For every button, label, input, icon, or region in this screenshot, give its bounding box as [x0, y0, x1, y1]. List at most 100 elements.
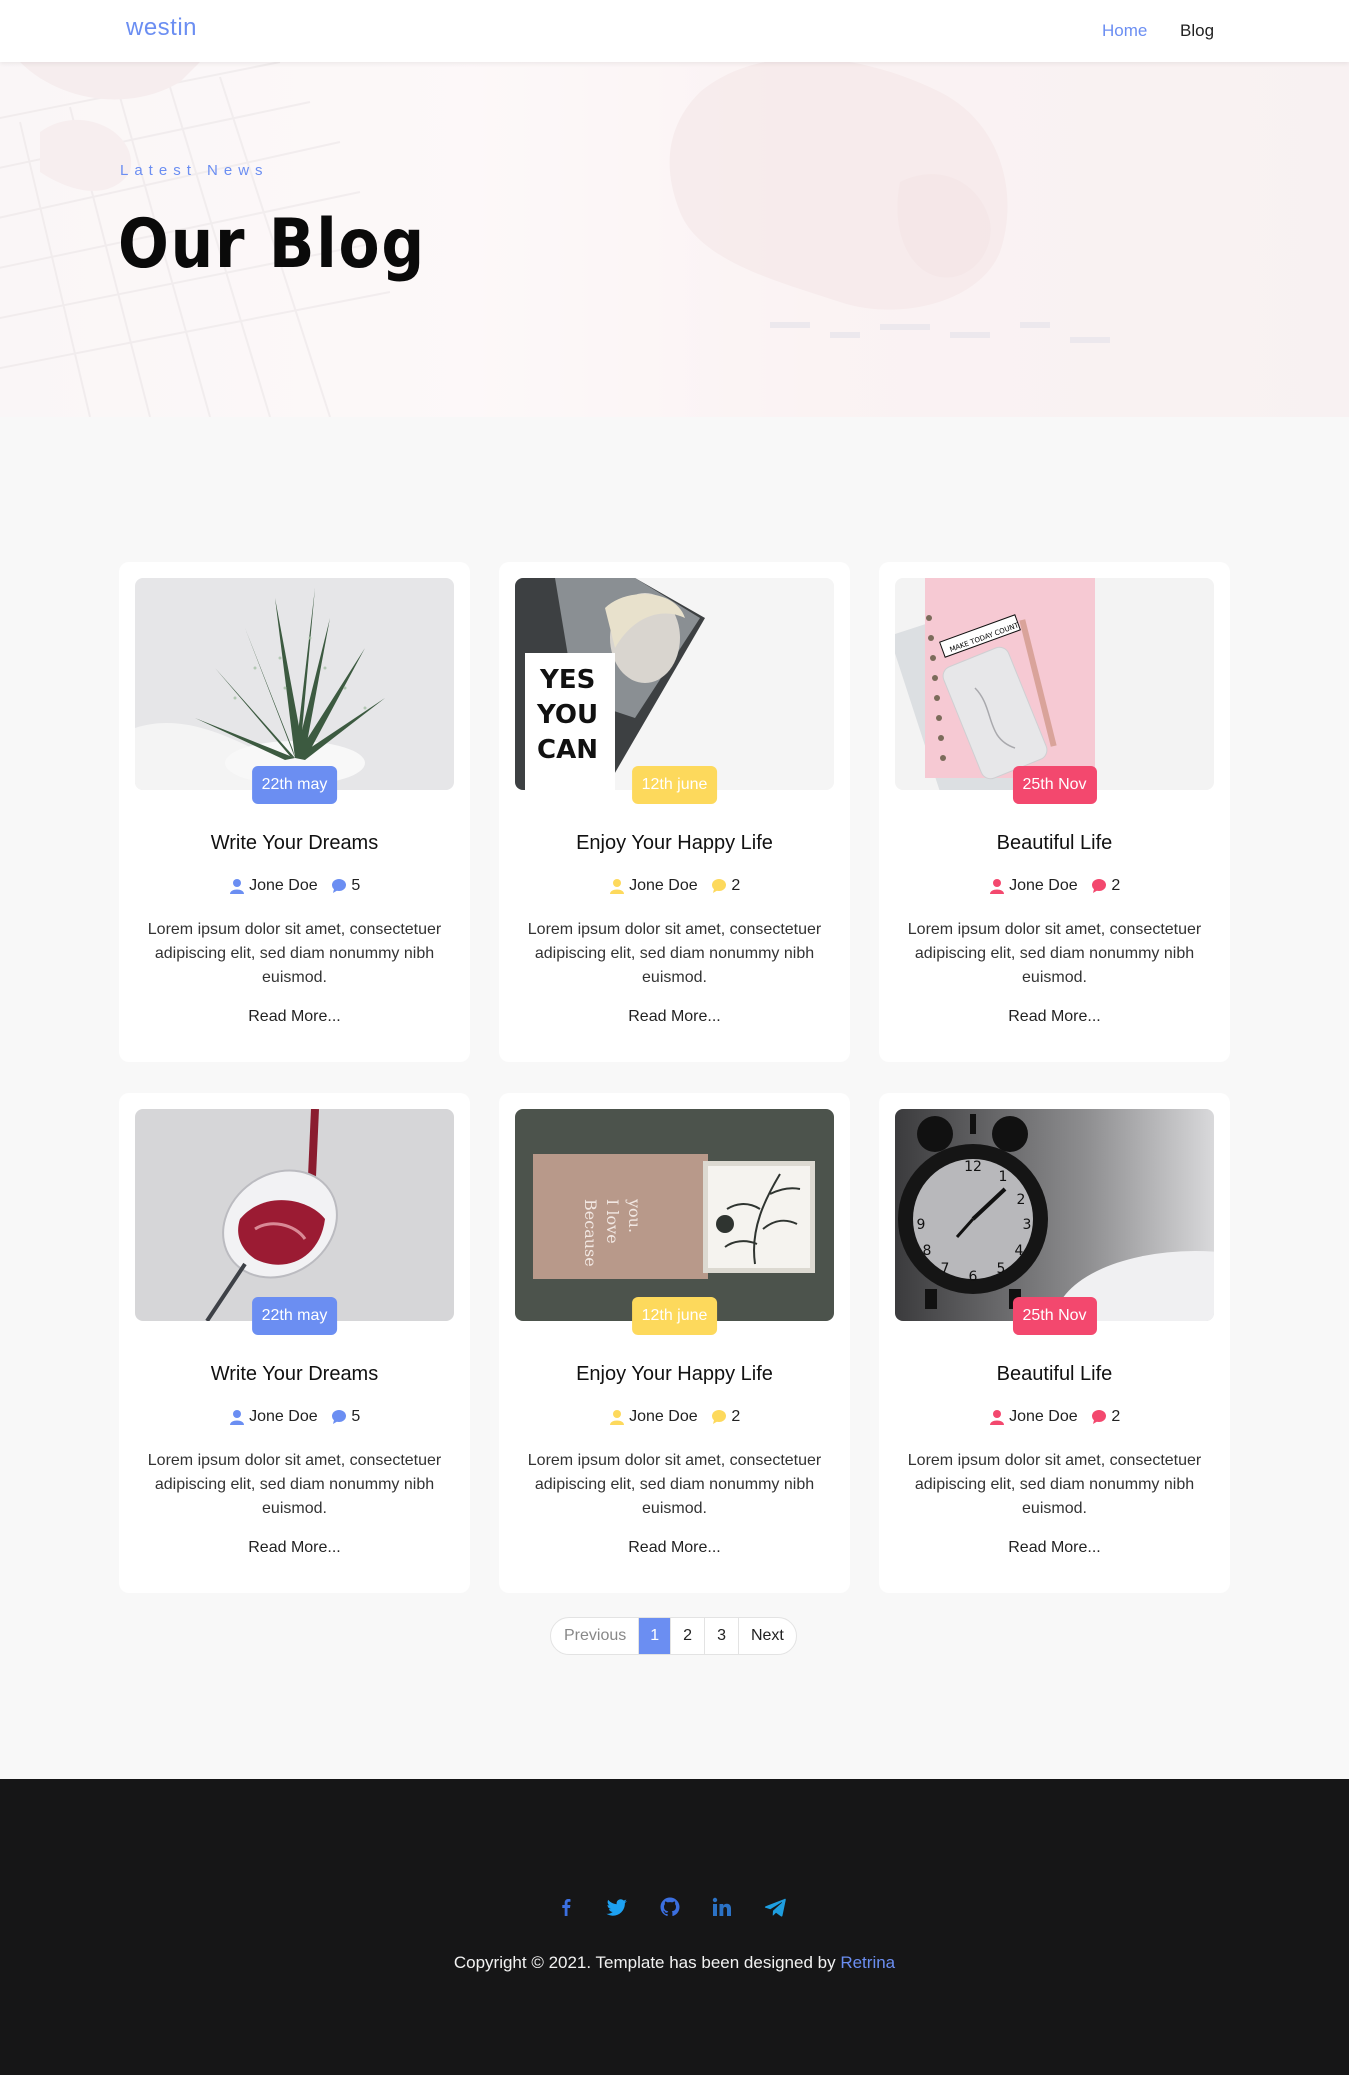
post-title[interactable]: Write Your Dreams — [119, 832, 470, 855]
github-icon[interactable] — [658, 1895, 682, 1919]
alarm-clock-image: 12 12 3 4 5 6 78 9 — [895, 1109, 1214, 1321]
comment-count: 5 — [351, 1408, 361, 1425]
svg-text:2: 2 — [1017, 1192, 1026, 1208]
user-icon — [989, 1410, 1004, 1425]
comment-icon — [331, 1410, 346, 1424]
box-text-2: I love — [603, 1199, 622, 1244]
post-meta: Jone Doe 2 — [879, 1408, 1230, 1426]
post-meta: Jone Doe 2 — [499, 1408, 850, 1426]
box-text-3: you. — [625, 1198, 644, 1233]
hero-subtitle: Latest News — [120, 162, 269, 179]
top-navbar: westin Home Blog — [0, 0, 1349, 62]
comment-count: 5 — [351, 877, 361, 894]
comment-count: 2 — [1111, 877, 1121, 894]
user-icon — [229, 879, 244, 894]
magazine-word-1: YES — [539, 665, 595, 695]
page-2-button[interactable]: 2 — [670, 1618, 704, 1654]
post-image-magazine[interactable]: YES YOU CAN — [515, 578, 834, 790]
blog-card[interactable]: 12 1 2 3 4 56789 25th Nov Beautiful Life Jon… — [879, 1093, 1230, 1593]
post-author: Jone Doe — [249, 877, 318, 894]
gift-box-image: Because I love you. — [515, 1109, 834, 1321]
svg-text:8: 8 — [923, 1243, 932, 1259]
user-icon — [609, 1410, 624, 1425]
svg-text:12: 12 — [964, 1159, 982, 1175]
post-meta: Jone Doe 2 — [499, 877, 850, 895]
post-image-aloe[interactable] — [135, 578, 454, 790]
twitter-icon[interactable] — [605, 1895, 629, 1919]
read-more-link[interactable]: Read More... — [879, 1008, 1230, 1026]
designer-link[interactable]: Retrina — [840, 1953, 895, 1972]
post-meta: Jone Doe 5 — [119, 877, 470, 895]
nav-link-blog[interactable]: Blog — [1180, 21, 1214, 41]
svg-text:5: 5 — [997, 1261, 1006, 1277]
comment-count: 2 — [731, 1408, 741, 1425]
facebook-icon[interactable] — [554, 1895, 578, 1919]
read-more-link[interactable]: Read More... — [119, 1539, 470, 1557]
post-excerpt: Lorem ipsum dolor sit amet, consectetuer… — [527, 1452, 822, 1517]
magazine-word-2: YOU — [536, 700, 598, 730]
blog-card[interactable]: 22th may Write Your Dreams Jone Doe 5 Lo… — [119, 562, 470, 1062]
next-page-button[interactable]: Next — [737, 1618, 796, 1654]
post-title[interactable]: Enjoy Your Happy Life — [499, 832, 850, 855]
page-title: Our Blog — [118, 205, 426, 284]
post-image-clock[interactable]: 12 1 2 3 4 5 6 78 9 — [895, 1109, 1214, 1321]
comment-count: 2 — [731, 877, 741, 894]
telegram-icon[interactable] — [763, 1895, 787, 1919]
comment-icon — [711, 1410, 726, 1424]
post-excerpt: Lorem ipsum dolor sit amet, consectetuer… — [147, 921, 442, 986]
svg-text:4: 4 — [1015, 1243, 1024, 1259]
post-author: Jone Doe — [629, 877, 698, 894]
comment-icon — [1091, 1410, 1106, 1424]
svg-text:9: 9 — [917, 1217, 926, 1233]
post-title[interactable]: Enjoy Your Happy Life — [499, 1363, 850, 1386]
nav-link-home[interactable]: Home — [1102, 21, 1147, 41]
post-excerpt: Lorem ipsum dolor sit amet, consectetuer… — [907, 1452, 1202, 1517]
read-more-link[interactable]: Read More... — [499, 1008, 850, 1026]
post-author: Jone Doe — [629, 1408, 698, 1425]
svg-text:7: 7 — [941, 1261, 950, 1277]
wine-glass-image — [135, 1109, 454, 1321]
post-meta: Jone Doe 5 — [119, 1408, 470, 1426]
linkedin-icon[interactable] — [710, 1895, 734, 1919]
page-3-button[interactable]: 3 — [704, 1618, 738, 1654]
post-title[interactable]: Beautiful Life — [879, 1363, 1230, 1386]
aloe-plant-image — [135, 578, 454, 790]
svg-text:6: 6 — [969, 1269, 978, 1285]
post-author: Jone Doe — [1009, 877, 1078, 894]
user-icon — [609, 879, 624, 894]
blog-card[interactable]: MAKE TODAY COUNT 25th Nov Beautiful Life… — [879, 562, 1230, 1062]
read-more-link[interactable]: Read More... — [119, 1008, 470, 1026]
brand-logo[interactable]: westin — [126, 14, 197, 42]
svg-text:3: 3 — [1023, 1217, 1032, 1233]
footer — [0, 1779, 1349, 2075]
post-title[interactable]: Beautiful Life — [879, 832, 1230, 855]
magazine-word-3: CAN — [537, 735, 598, 765]
post-image-notebook[interactable]: MAKE TODAY COUNT — [895, 578, 1214, 790]
date-badge: 22th may — [251, 766, 338, 804]
post-title[interactable]: Write Your Dreams — [119, 1363, 470, 1386]
date-badge: 12th june — [631, 766, 718, 804]
post-image-box[interactable]: Because I love you. — [515, 1109, 834, 1321]
post-excerpt: Lorem ipsum dolor sit amet, consectetuer… — [527, 921, 822, 986]
date-badge: 25th Nov — [1012, 766, 1097, 804]
read-more-link[interactable]: Read More... — [499, 1539, 850, 1557]
post-excerpt: Lorem ipsum dolor sit amet, consectetuer… — [147, 1452, 442, 1517]
box-text-1: Because — [581, 1199, 600, 1267]
copyright-label: Copyright © 2021. Template has been desi… — [453, 1953, 836, 1972]
magazine-image: YES YOU CAN — [515, 578, 834, 790]
comment-icon — [711, 879, 726, 893]
comment-count: 2 — [1111, 1408, 1121, 1425]
svg-text:1: 1 — [999, 1169, 1008, 1185]
post-image-wine[interactable] — [135, 1109, 454, 1321]
previous-page-button[interactable]: Previous — [551, 1618, 638, 1654]
blog-card[interactable]: Because I love you. 12th june Enjoy Your… — [499, 1093, 850, 1593]
copyright-text: Copyright © 2021. Template has been desi… — [0, 1953, 1349, 1973]
blog-card[interactable]: YES YOU CAN 12th june Enjoy Your Happy L… — [499, 562, 850, 1062]
read-more-link[interactable]: Read More... — [879, 1539, 1230, 1557]
post-author: Jone Doe — [249, 1408, 318, 1425]
date-badge: 25th Nov — [1012, 1297, 1097, 1335]
user-icon — [229, 1410, 244, 1425]
page-1-button[interactable]: 1 — [638, 1618, 671, 1654]
date-badge: 22th may — [251, 1297, 338, 1335]
blog-card[interactable]: 22th may Write Your Dreams Jone Doe 5 Lo… — [119, 1093, 470, 1593]
